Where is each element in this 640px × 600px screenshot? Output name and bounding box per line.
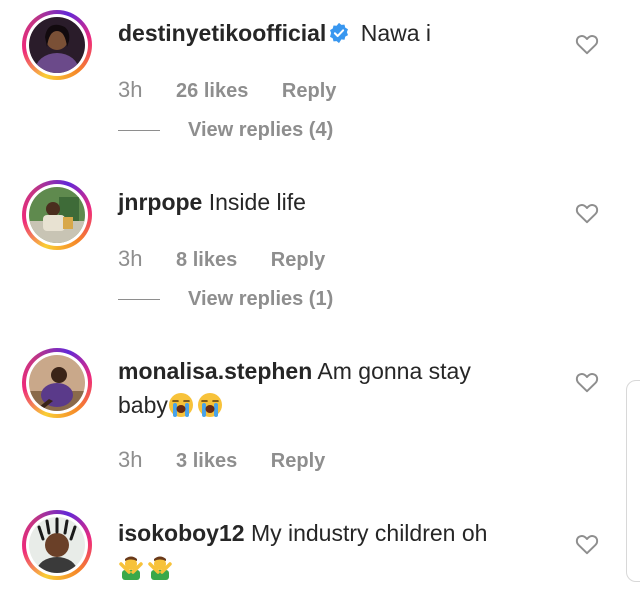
reply-button[interactable]: Reply — [271, 249, 325, 271]
comment-text: destinyetikoofficial Nawa i — [118, 16, 538, 50]
comment-username[interactable]: jnrpope — [118, 189, 202, 215]
avatar-photo — [29, 187, 85, 243]
comment-likes[interactable]: 3 likes — [176, 450, 237, 472]
heart-outline-icon[interactable] — [574, 531, 600, 557]
comment-time: 3h — [118, 246, 143, 271]
heart-outline-icon[interactable] — [574, 200, 600, 226]
avatar[interactable] — [22, 10, 92, 80]
view-replies-button[interactable]: View replies (4) — [118, 116, 333, 144]
comment-time: 3h — [118, 77, 143, 102]
loudly-crying-face-icon — [168, 393, 193, 417]
side-panel-edge — [626, 380, 640, 582]
man-gesturing-no-icon — [119, 556, 143, 580]
comment-body-line1: Am gonna stay — [317, 358, 471, 384]
comment-meta: 3h 8 likes Reply — [118, 245, 325, 273]
comment-username[interactable]: isokoboy12 — [118, 520, 245, 546]
comment-time: 3h — [118, 447, 143, 472]
comment-body: Nawa i — [360, 20, 432, 46]
verified-badge-icon — [330, 22, 349, 44]
heart-outline-icon[interactable] — [574, 369, 600, 395]
comment-text: isokoboy12 My industry children oh — [118, 516, 538, 584]
replies-divider — [118, 130, 160, 132]
avatar-photo — [29, 355, 85, 411]
view-replies-label: View replies (1) — [188, 288, 334, 310]
heart-outline-icon[interactable] — [574, 31, 600, 57]
comment-likes[interactable]: 8 likes — [176, 249, 237, 271]
avatar-photo — [29, 517, 85, 573]
comment-body-line2: baby — [118, 392, 168, 418]
avatar[interactable] — [22, 180, 92, 250]
avatar[interactable] — [22, 348, 92, 418]
comment-meta: 3h 3 likes Reply — [118, 446, 325, 474]
comment-body: My industry children oh — [250, 520, 488, 546]
reply-button[interactable]: Reply — [271, 450, 325, 472]
reply-button[interactable]: Reply — [282, 80, 336, 102]
comment-likes[interactable]: 26 likes — [176, 80, 248, 102]
comment-text: monalisa.stephen Am gonna stay baby — [118, 354, 538, 422]
comment-body: Inside life — [208, 189, 306, 215]
replies-divider — [118, 299, 160, 301]
avatar[interactable] — [22, 510, 92, 580]
comment-text: jnrpope Inside life — [118, 185, 538, 219]
man-gesturing-no-icon — [148, 556, 172, 580]
avatar-photo — [29, 17, 85, 73]
comment-meta: 3h 26 likes Reply — [118, 76, 336, 104]
view-replies-button[interactable]: View replies (1) — [118, 285, 333, 313]
comment-username[interactable]: destinyetikoofficial — [118, 20, 326, 46]
loudly-crying-face-icon — [197, 393, 222, 417]
view-replies-label: View replies (4) — [188, 119, 334, 141]
comment-username[interactable]: monalisa.stephen — [118, 358, 312, 384]
